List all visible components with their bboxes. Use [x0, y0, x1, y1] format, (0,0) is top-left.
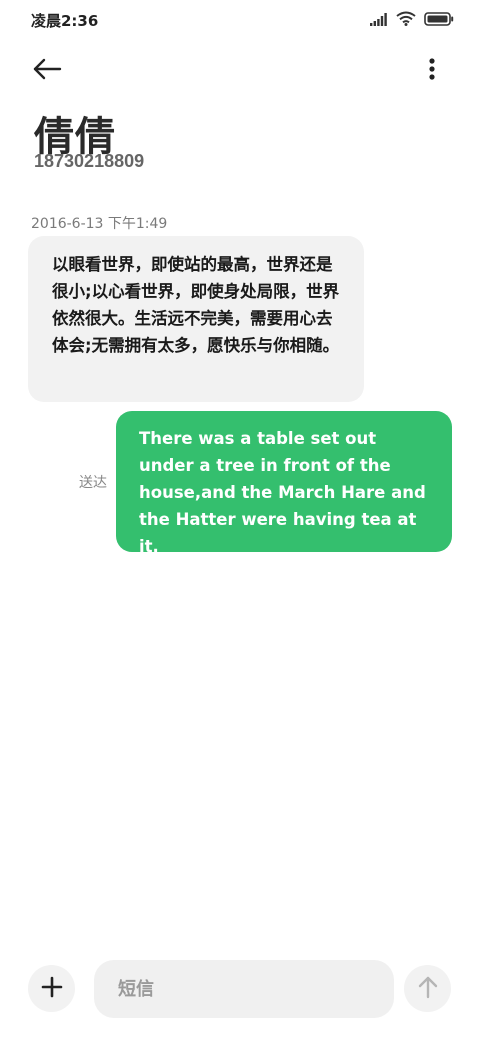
contact-phone: 18730218809 [34, 151, 145, 171]
incoming-message-text: 以眼看世界，即使站的最高，世界还是很小;以心看世界，即使身处局限，世界依然很大。… [52, 255, 340, 355]
header-bar [0, 44, 480, 94]
back-arrow-icon [32, 58, 62, 88]
add-attachment-button[interactable] [28, 965, 75, 1012]
outgoing-message-text: There was a table set out under a tree i… [139, 429, 426, 556]
status-icons [370, 11, 454, 30]
back-button[interactable] [32, 54, 72, 84]
signal-icon [370, 11, 388, 30]
more-options-button[interactable] [422, 54, 442, 84]
outgoing-message-bubble[interactable]: There was a table set out under a tree i… [116, 411, 452, 556]
sms-input[interactable] [94, 960, 394, 1018]
battery-icon [424, 11, 454, 30]
status-bar: 凌晨2:36 [0, 0, 480, 40]
composer-bar [0, 958, 480, 1020]
delivery-status: 送达 [79, 475, 107, 491]
send-arrow-icon [417, 975, 439, 1003]
incoming-message-bubble[interactable]: 以眼看世界，即使站的最高，世界还是很小;以心看世界，即使身处局限，世界依然很大。… [28, 236, 364, 402]
plus-icon [41, 976, 63, 1002]
send-button[interactable] [404, 965, 451, 1012]
message-timestamp: 2016-6-13 下午1:49 [31, 216, 168, 232]
wifi-icon [396, 11, 416, 30]
status-time: 凌晨2:36 [31, 12, 99, 30]
more-vertical-icon [422, 58, 442, 88]
